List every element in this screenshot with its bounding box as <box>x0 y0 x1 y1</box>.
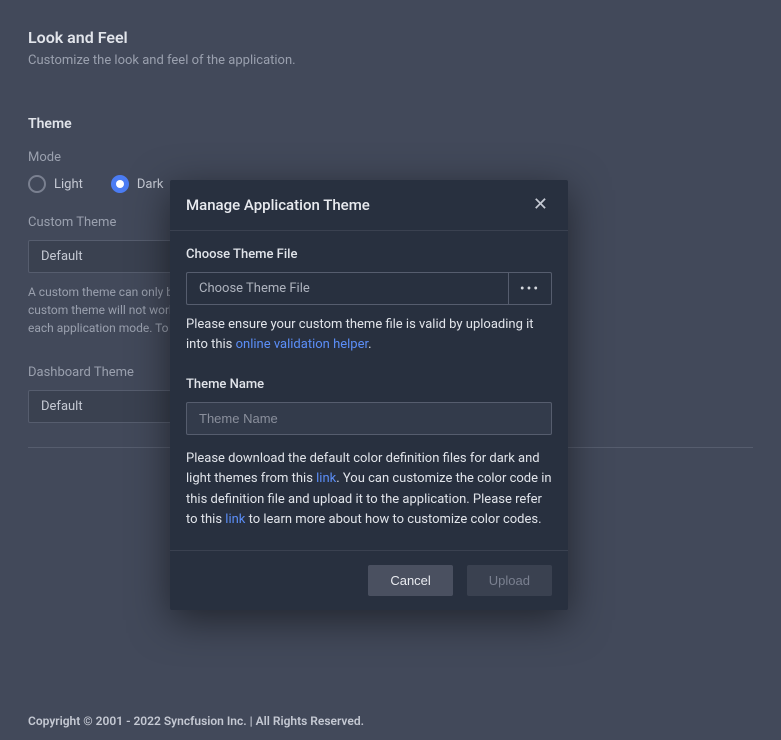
mode-label: Mode <box>28 150 753 165</box>
file-field-label: Choose Theme File <box>186 247 552 262</box>
validation-helper-link[interactable]: online validation helper <box>236 337 368 352</box>
radio-label-light: Light <box>54 177 83 192</box>
page-subtitle: Customize the look and feel of the appli… <box>28 53 753 68</box>
manage-theme-dialog: Manage Application Theme ✕ Choose Theme … <box>170 180 568 610</box>
footer-copyright: Copyright © 2001 - 2022 Syncfusion Inc. … <box>28 714 364 728</box>
file-browse-button[interactable]: ••• <box>508 272 552 305</box>
mode-radio-light[interactable]: Light <box>28 175 83 193</box>
file-help-text: Please ensure your custom theme file is … <box>186 315 552 355</box>
page-title: Look and Feel <box>28 28 753 47</box>
dialog-title: Manage Application Theme <box>186 196 370 214</box>
theme-name-label: Theme Name <box>186 377 552 392</box>
close-icon[interactable]: ✕ <box>529 194 552 216</box>
cancel-button[interactable]: Cancel <box>368 565 452 596</box>
radio-label-dark: Dark <box>137 177 164 192</box>
theme-name-input[interactable] <box>186 402 552 435</box>
radio-icon <box>28 175 46 193</box>
radio-icon <box>111 175 129 193</box>
mode-radio-dark[interactable]: Dark <box>111 175 164 193</box>
dialog-body-help: Please download the default color defini… <box>186 449 552 530</box>
upload-button[interactable]: Upload <box>467 565 552 596</box>
ellipsis-icon: ••• <box>520 281 540 297</box>
file-chooser-text[interactable]: Choose Theme File <box>186 272 508 305</box>
learn-more-link[interactable]: link <box>225 512 245 527</box>
download-link[interactable]: link <box>316 471 336 486</box>
theme-section-title: Theme <box>28 116 753 132</box>
